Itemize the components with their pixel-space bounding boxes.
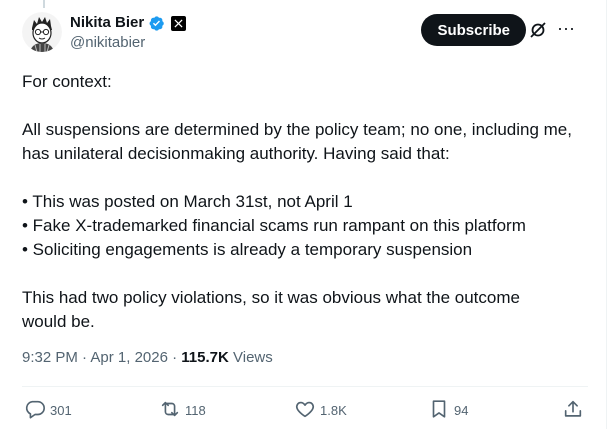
post-time[interactable]: 9:32 PM [22,349,78,366]
author-handle[interactable]: @nikitabier [70,34,145,51]
post-paragraph: This had two policy violations, so it wa… [22,288,520,307]
views-label: Views [228,349,273,366]
action-bar: 301 118 1.8K 94 [22,398,588,426]
grok-icon[interactable] [528,20,548,40]
post-bullet: • Fake X-trademarked financial scams run… [22,216,526,235]
bookmark-icon [428,398,450,423]
subscribe-button[interactable]: Subscribe [421,14,526,46]
reply-button[interactable]: 301 [24,398,72,423]
post-paragraph: has unilateral decisionmaking authority.… [22,144,450,163]
post-header: Nikita Bier @nikitabier Subscribe ··· [22,12,588,56]
like-button[interactable]: 1.8K [294,398,347,423]
thread-connector-line [43,0,45,8]
reply-count: 301 [50,403,72,418]
meta-separator: · [77,349,91,366]
author-display-name[interactable]: Nikita Bier [70,14,144,32]
x-affiliate-badge-icon[interactable] [171,15,187,31]
views-count[interactable]: 115.7K [181,349,229,366]
post-paragraph: would be. [22,312,95,331]
verified-badge-icon[interactable] [148,15,165,32]
bookmark-button[interactable]: 94 [428,398,468,423]
post-date[interactable]: Apr 1, 2026 [90,349,168,366]
post-bullet: • This was posted on March 31st, not Apr… [22,192,353,211]
bookmark-count: 94 [454,403,469,418]
post-meta: 9:32 PM · Apr 1, 2026 · 115.7K Views [22,348,273,368]
post-paragraph: For context: [22,72,112,91]
repost-icon [159,398,181,423]
like-count: 1.8K [320,403,347,418]
share-icon [562,398,584,423]
repost-button[interactable]: 118 [159,398,206,423]
repost-count: 118 [185,403,206,418]
share-button[interactable] [562,398,584,423]
heart-icon [294,398,316,423]
post-bullet: • Soliciting engagements is already a te… [22,240,473,259]
avatar[interactable] [22,12,62,52]
author-name-row: Nikita Bier [70,14,187,32]
post-text: For context: All suspensions are determi… [22,70,597,334]
more-options-icon[interactable]: ··· [556,19,576,40]
divider [22,386,588,387]
meta-separator: · [167,349,182,366]
post-card: Nikita Bier @nikitabier Subscribe ··· Fo… [0,0,607,429]
reply-icon [24,398,46,423]
post-paragraph: All suspensions are determined by the po… [22,120,572,139]
